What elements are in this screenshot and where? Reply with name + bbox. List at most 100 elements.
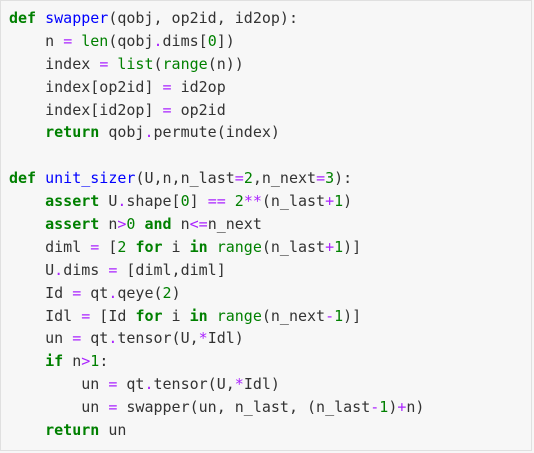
code-text-token: n_next: [207, 215, 262, 234]
code-text-token: un: [9, 329, 73, 348]
code-line: return un: [9, 419, 531, 442]
keyword-token: and: [144, 215, 172, 234]
operator-token: .: [54, 260, 64, 279]
operator-token: .: [153, 31, 163, 50]
function-name-token: swapper: [45, 9, 109, 27]
code-text-token: (n)): [207, 54, 244, 73]
operator-token: ==: [207, 192, 226, 211]
code-text-token: ): [343, 192, 353, 211]
operator-token: =: [63, 31, 73, 50]
code-text-token: [Id: [90, 306, 136, 325]
code-text-token: Idl: [9, 306, 82, 325]
code-line: assert n>0 and n<=n_next: [9, 213, 531, 236]
code-text-token: (n_last: [261, 192, 326, 211]
code-text-token: qobj: [99, 123, 145, 142]
operator-token: >: [81, 352, 91, 371]
code-text-token: ): [388, 398, 398, 417]
operator-token: =: [81, 306, 91, 325]
code-line: def unit_sizer(U,n,n_last=2,n_next=3):: [9, 167, 531, 190]
code-text-token: Idl): [243, 375, 280, 394]
code-line: index[op2id] = id2op: [9, 76, 531, 99]
code-text-token: i: [162, 237, 190, 256]
builtin-token: range: [162, 54, 208, 73]
keyword-token: in: [189, 237, 208, 256]
code-text-token: tensor(U,: [153, 375, 235, 394]
code-text-token: ]: [189, 192, 208, 211]
code-line: un = swapper(un, n_last, (n_last-1)+n): [9, 396, 531, 419]
operator-token: +: [325, 237, 335, 256]
code-text-token: qt: [117, 375, 145, 394]
keyword-token: return: [45, 123, 100, 142]
keyword-token: in: [189, 306, 208, 325]
code-line: return qobj.permute(index): [9, 121, 531, 144]
code-text-token: [diml,diml]: [117, 260, 226, 279]
number-token: 1: [334, 192, 344, 211]
code-editor[interactable]: def swapper(qobj, op2id, id2op): n = len…: [1, 1, 531, 442]
builtin-token: range: [216, 306, 262, 325]
code-cell[interactable]: def swapper(qobj, op2id, id2op): n = len…: [0, 0, 532, 451]
operator-token: =: [234, 169, 244, 188]
operator-token: .: [144, 375, 154, 394]
code-text-token: (qobj: [108, 31, 154, 50]
code-line: U.dims = [diml,diml]: [9, 259, 531, 282]
operator-token: =: [90, 237, 100, 256]
code-line: Idl = [Id for i in range(n_next-1)]: [9, 305, 531, 328]
code-text-token: n: [63, 352, 82, 371]
code-text-token: diml: [9, 237, 91, 256]
number-token: 3: [325, 169, 335, 188]
operator-token: =: [316, 169, 326, 188]
operator-token: .: [144, 123, 154, 142]
code-text-token: ,n_next: [252, 169, 317, 188]
number-token: 2: [162, 283, 172, 302]
operator-token: =: [99, 54, 109, 73]
code-text-token: ]): [216, 31, 235, 50]
code-text-token: Idl): [207, 329, 244, 348]
code-text-token: n: [9, 31, 64, 50]
code-text-token: n: [171, 215, 190, 234]
code-line: diml = [2 for i in range(n_last+1)]: [9, 236, 531, 259]
code-text-token: dims[: [162, 31, 208, 50]
code-text-token: un: [9, 375, 109, 394]
code-line: n = len(qobj.dims[0]): [9, 30, 531, 53]
code-text-token: U: [9, 260, 55, 279]
code-text-token: op2id: [171, 100, 226, 119]
code-text-token: n): [406, 398, 425, 417]
code-text-token: un: [99, 421, 127, 440]
code-text-token: (qobj, op2id, id2op):: [108, 9, 298, 27]
number-token: 1: [334, 237, 344, 256]
code-text-token: dims: [63, 260, 109, 279]
code-text-token: (n_next: [261, 306, 326, 325]
operator-token: -: [370, 398, 380, 417]
operator-token: =: [72, 283, 82, 302]
code-text-token: n: [99, 215, 118, 234]
code-text-token: ):: [334, 169, 353, 188]
number-token: 0: [207, 31, 217, 50]
code-text-token: (n_last: [261, 237, 326, 256]
keyword-token: return: [45, 421, 100, 440]
keyword-token: assert: [45, 192, 100, 211]
code-text-token: )]: [343, 306, 362, 325]
code-text-token: [: [99, 237, 118, 256]
code-text-token: Id: [9, 283, 73, 302]
code-line: un = qt.tensor(U,*Idl): [9, 327, 531, 350]
builtin-token: list: [117, 54, 154, 73]
code-line: Id = qt.qeye(2): [9, 282, 531, 305]
keyword-token: assert: [45, 215, 100, 234]
code-text-token: permute(index): [153, 123, 280, 142]
code-text-token: id2op: [171, 77, 226, 96]
code-line: if n>1:: [9, 350, 531, 373]
code-text-token: i: [162, 306, 190, 325]
number-token: 1: [90, 352, 100, 371]
code-text-token: un: [9, 398, 109, 417]
operator-token: *: [198, 329, 208, 348]
code-text-token: (: [153, 54, 163, 73]
keyword-token: if: [45, 352, 64, 371]
code-text-token: swapper(un, n_last, (n_last: [117, 398, 371, 417]
